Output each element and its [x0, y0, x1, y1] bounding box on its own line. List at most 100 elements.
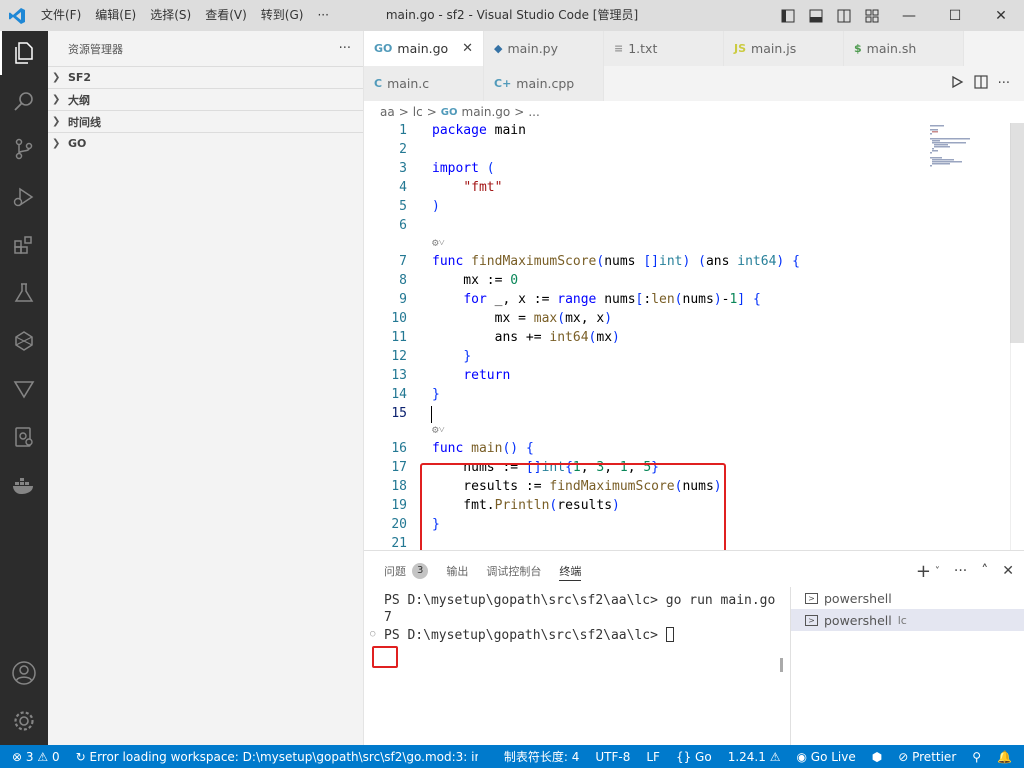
account-icon[interactable]	[0, 651, 48, 695]
braces-icon: {}	[675, 749, 692, 764]
section-go[interactable]: ❯ GO	[48, 132, 363, 154]
line-number: 19	[391, 498, 407, 513]
funnel-icon[interactable]	[0, 367, 48, 411]
split-editor-icon[interactable]	[973, 74, 988, 93]
go-version-status[interactable]: 1.24.1 ⚠	[720, 750, 789, 764]
workspace-error-status[interactable]: ↻ Error loading workspace: D:\mysetup\go…	[68, 750, 478, 764]
settings-gear-icon[interactable]	[0, 699, 48, 743]
new-terminal-plus-icon[interactable]: +	[916, 561, 931, 582]
tab-label: main.sh	[866, 41, 917, 56]
search-icon[interactable]	[0, 79, 48, 123]
command-decoration-icon[interactable]: ○	[370, 629, 375, 639]
go-version: 1.24.1	[727, 749, 766, 764]
close-window-button[interactable]: ✕	[978, 0, 1024, 31]
tab-debug-console[interactable]: 调试控制台	[486, 551, 541, 591]
menu-edit[interactable]: 编辑(E)	[88, 0, 143, 31]
explorer-icon[interactable]	[0, 31, 48, 75]
maximize-panel-chevron-up-icon[interactable]: ˄	[981, 563, 988, 579]
sidebar-more-button[interactable]: ···	[339, 41, 351, 56]
menu-selection[interactable]: 选择(S)	[143, 0, 198, 31]
section-timeline[interactable]: ❯ 时间线	[48, 110, 363, 132]
code-line: "fmt"	[463, 180, 503, 195]
tab-output[interactable]: 输出	[446, 551, 468, 591]
tab-1-txt[interactable]: ≡ 1.txt	[604, 31, 724, 66]
toggle-panel-icon[interactable]	[802, 9, 830, 23]
menu-file[interactable]: 文件(F)	[34, 0, 88, 31]
chevron-right-icon: ❯	[52, 94, 61, 105]
extensions-icon[interactable]	[0, 223, 48, 267]
editor-actions: ···	[844, 66, 1024, 101]
more-actions-icon[interactable]: ···	[954, 563, 967, 579]
run-debug-icon[interactable]	[0, 175, 48, 219]
tab-terminal[interactable]: 终端	[559, 551, 582, 591]
tab-main-sh[interactable]: $ main.sh	[844, 31, 964, 66]
tab-main-c[interactable]: C main.c	[364, 66, 484, 101]
alert-icon: ⚠	[769, 749, 781, 764]
go-live-status[interactable]: ◉ Go Live	[788, 750, 863, 764]
terminal-prompt: PS D:\mysetup\gopath\src\sf2\aa\lc>	[384, 627, 674, 643]
go-extension-status-icon[interactable]: ⬢	[864, 750, 890, 764]
prettier-status[interactable]: ⊘ Prettier	[890, 750, 964, 764]
source-control-icon[interactable]	[0, 127, 48, 171]
terminal-item-powershell[interactable]: > powershell	[791, 587, 1024, 609]
prettier-check-icon: ⊘	[898, 749, 909, 764]
terminal-scrollbar[interactable]	[780, 658, 783, 672]
breadcrumb-lc[interactable]: lc	[413, 105, 423, 119]
tab-main-js[interactable]: JS main.js	[724, 31, 844, 66]
sync-icon: ↻	[75, 749, 86, 764]
tab-problems[interactable]: 问题 3	[384, 551, 429, 591]
editor-scroll-thumb[interactable]	[1010, 123, 1024, 343]
tab-main-cpp[interactable]: C+ main.cpp	[484, 66, 604, 101]
go-extension-icon[interactable]	[0, 319, 48, 363]
notifications-bell-icon[interactable]: 🔔	[989, 750, 1024, 764]
menu-view[interactable]: 查看(V)	[198, 0, 254, 31]
remote-explorer-icon[interactable]	[0, 415, 48, 459]
encoding-status[interactable]: UTF-8	[587, 750, 638, 764]
close-tab-icon[interactable]: ✕	[462, 41, 473, 56]
terminal-item-powershell-lc[interactable]: > powershell lc	[791, 609, 1024, 631]
breadcrumb-symbol[interactable]: ...	[528, 105, 539, 119]
code-lens-icon[interactable]: ⚙︎˅	[432, 236, 445, 249]
code-line: }	[463, 349, 472, 364]
terminal[interactable]: PS D:\mysetup\gopath\src\sf2\aa\lc> go r…	[364, 591, 790, 746]
tab-label: 输出	[446, 565, 469, 578]
section-label: SF2	[68, 71, 92, 84]
code-editor[interactable]: 1 2 3 4 5 6 7 8 9 10 11 12 13 14 15 16 1…	[364, 123, 1024, 557]
section-outline[interactable]: ❯ 大纲	[48, 88, 363, 110]
docker-icon[interactable]	[0, 463, 48, 507]
breadcrumb-aa[interactable]: aa	[380, 105, 395, 119]
language-status[interactable]: {} Go	[668, 750, 720, 764]
minimap[interactable]	[928, 123, 1018, 183]
tab-main-py[interactable]: ◆ main.py	[484, 31, 604, 66]
toggle-secondary-sidebar-icon[interactable]	[830, 9, 858, 23]
terminal-icon: >	[805, 614, 818, 626]
terminal-name: powershell	[824, 612, 892, 628]
testing-flask-icon[interactable]	[0, 271, 48, 315]
indent-status[interactable]: 制表符长度: 4	[496, 748, 588, 765]
menu-go[interactable]: 转到(G)	[254, 0, 311, 31]
toggle-sidebar-icon[interactable]	[774, 9, 802, 23]
run-play-icon[interactable]	[950, 75, 964, 93]
close-panel-icon[interactable]: ✕	[1002, 563, 1014, 579]
editor-scrollbar[interactable]	[1010, 123, 1024, 550]
code-line: for _, x := range nums[:len(nums)-1] {	[463, 292, 761, 307]
accounts-status-icon[interactable]: ⚲	[964, 750, 989, 764]
breadcrumb-separator: >	[426, 105, 437, 119]
code-line: }	[432, 387, 440, 402]
maximize-button[interactable]: ☐	[932, 0, 978, 31]
tab-main-go[interactable]: GO main.go ✕	[364, 31, 484, 66]
c-file-icon: C	[374, 77, 383, 90]
vscode-logo-icon	[0, 0, 34, 31]
customize-layout-icon[interactable]	[858, 9, 886, 23]
code-lens-icon[interactable]: ⚙︎˅	[432, 423, 445, 436]
chevron-down-icon[interactable]: ˅	[935, 566, 940, 577]
menu-more[interactable]: ···	[310, 0, 335, 31]
breadcrumb-file[interactable]: main.go	[462, 105, 511, 119]
section-sf2[interactable]: ❯ SF2	[48, 66, 363, 88]
more-actions-icon[interactable]: ···	[998, 76, 1010, 91]
tab-label: main.py	[507, 41, 559, 56]
problems-status[interactable]: ⊗ 3 ⚠ 0	[0, 750, 68, 764]
line-number: 15	[391, 406, 407, 421]
eol-status[interactable]: LF	[638, 750, 668, 764]
minimize-button[interactable]: —	[886, 0, 932, 31]
